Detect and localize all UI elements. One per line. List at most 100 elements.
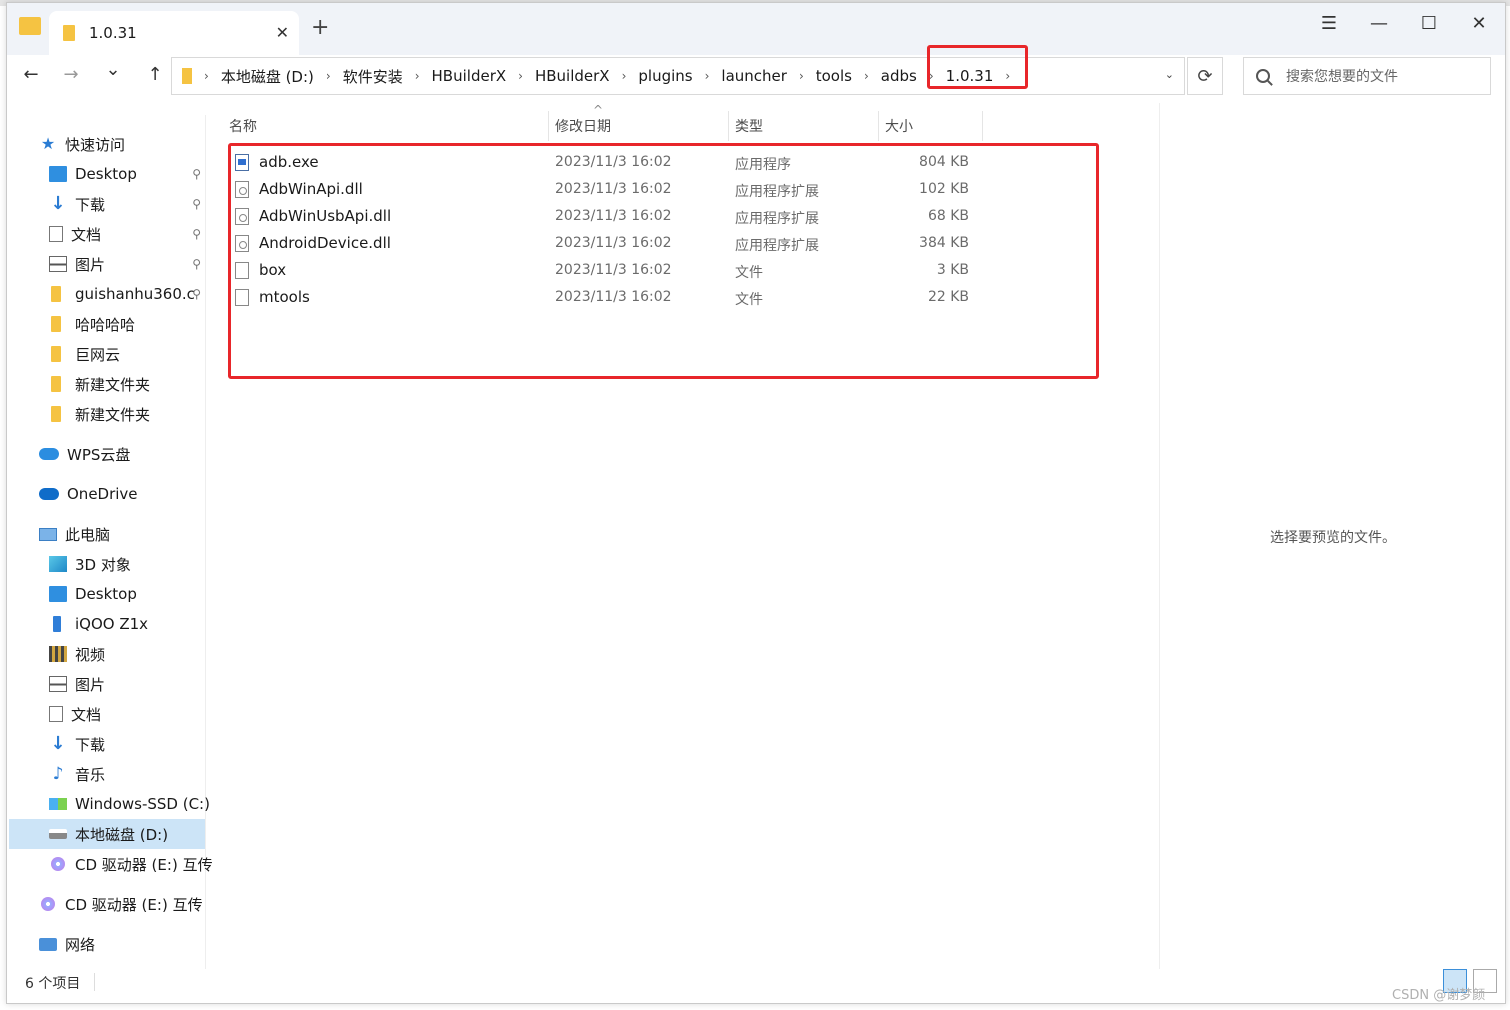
- breadcrumb-item[interactable]: HBuilderX: [432, 67, 507, 85]
- close-tab-button[interactable]: ✕: [276, 23, 289, 42]
- forward-button[interactable]: →: [57, 64, 85, 85]
- file-row[interactable]: mtools 2023/11/3 16:02 文件 22 KB: [229, 284, 989, 311]
- chevron-right-icon[interactable]: ›: [1005, 69, 1010, 83]
- address-bar[interactable]: › 本地磁盘 (D:) › 软件安装 › HBuilderX › HBuilderX › plug…: [171, 57, 1185, 95]
- sidebar-item[interactable]: ♪ 音乐: [49, 759, 205, 789]
- status-divider: [94, 973, 96, 991]
- file-name-cell[interactable]: mtools: [235, 288, 310, 306]
- sidebar-item[interactable]: 巨网云: [49, 339, 205, 369]
- chevron-right-icon[interactable]: ›: [705, 69, 710, 83]
- column-name-header[interactable]: 名称: [223, 111, 549, 141]
- sidebar-item[interactable]: 本地磁盘 (D:): [9, 819, 205, 849]
- file-row[interactable]: box 2023/11/3 16:02 文件 3 KB: [229, 257, 989, 284]
- document-icon: [49, 706, 63, 722]
- chevron-right-icon[interactable]: ›: [415, 69, 420, 83]
- sidebar-item[interactable]: 图片 ⚲: [49, 249, 205, 279]
- column-date-header[interactable]: 修改日期: [549, 111, 729, 141]
- windows-drive-icon: [49, 798, 67, 810]
- menu-icon[interactable]: ☰: [1309, 13, 1349, 34]
- breadcrumb-item[interactable]: 本地磁盘 (D:): [221, 66, 314, 87]
- sidebar-item[interactable]: 文档: [49, 699, 205, 729]
- sidebar-item[interactable]: guishanhu360.c ⚲: [49, 279, 205, 309]
- refresh-button[interactable]: ⟳: [1187, 57, 1223, 95]
- sidebar-cd-drive[interactable]: CD 驱动器 (E:) 互传: [39, 889, 235, 919]
- pin-icon[interactable]: ⚲: [192, 287, 201, 301]
- breadcrumb-item[interactable]: 1.0.31: [946, 67, 994, 85]
- up-button[interactable]: ↑: [141, 64, 169, 85]
- file-name-cell[interactable]: AdbWinApi.dll: [235, 180, 363, 198]
- sidebar-item[interactable]: 视频: [49, 639, 205, 669]
- new-tab-button[interactable]: +: [311, 15, 329, 40]
- network-icon: [39, 937, 57, 951]
- sidebar-item-label: 新建文件夹: [75, 375, 151, 394]
- file-type: 文件: [735, 292, 763, 308]
- file-date: 2023/11/3 16:02: [555, 235, 672, 251]
- minimize-button[interactable]: —: [1359, 13, 1399, 34]
- sidebar-item[interactable]: 文档 ⚲: [49, 219, 205, 249]
- address-dropdown-icon[interactable]: ⌄: [1165, 68, 1174, 81]
- breadcrumb-item[interactable]: HBuilderX: [535, 67, 610, 85]
- search-placeholder[interactable]: 搜索您想要的文件: [1286, 66, 1398, 86]
- file-name-cell[interactable]: box: [235, 261, 286, 279]
- pin-icon[interactable]: ⚲: [192, 227, 201, 241]
- close-window-button[interactable]: ✕: [1459, 13, 1499, 34]
- pin-icon[interactable]: ⚲: [192, 257, 201, 271]
- dll-file-icon: [235, 234, 249, 252]
- chevron-right-icon[interactable]: ›: [518, 69, 523, 83]
- sidebar-item[interactable]: 3D 对象: [49, 549, 205, 579]
- pin-icon[interactable]: ⚲: [192, 197, 201, 211]
- chevron-right-icon[interactable]: ›: [622, 69, 627, 83]
- sidebar-onedrive[interactable]: OneDrive: [39, 479, 235, 509]
- column-type-header[interactable]: 类型: [729, 111, 879, 141]
- chevron-right-icon[interactable]: ›: [799, 69, 804, 83]
- chevron-right-icon[interactable]: ›: [204, 69, 209, 83]
- file-name: AndroidDevice.dll: [259, 234, 391, 252]
- file-row[interactable]: adb.exe 2023/11/3 16:02 应用程序 804 KB: [229, 149, 989, 176]
- sidebar-item-label: 巨网云: [75, 345, 121, 364]
- desktop-icon: [49, 166, 67, 182]
- sidebar-item-label: 视频: [75, 645, 106, 664]
- back-button[interactable]: ←: [17, 64, 45, 85]
- breadcrumb-item[interactable]: tools: [816, 67, 852, 85]
- chevron-right-icon[interactable]: ›: [326, 69, 331, 83]
- file-name-cell[interactable]: AdbWinUsbApi.dll: [235, 207, 391, 225]
- sidebar-item[interactable]: 新建文件夹: [49, 369, 205, 399]
- column-size-header[interactable]: 大小: [879, 111, 983, 141]
- file-row[interactable]: AndroidDevice.dll 2023/11/3 16:02 应用程序扩展 38…: [229, 230, 989, 257]
- sidebar-item[interactable]: 新建文件夹: [49, 399, 205, 429]
- sidebar-item[interactable]: ↓ 下载: [49, 729, 205, 759]
- pin-icon[interactable]: ⚲: [192, 167, 201, 181]
- breadcrumb-item[interactable]: 软件安装: [343, 66, 403, 87]
- sidebar-item[interactable]: Windows-SSD (C:): [49, 789, 210, 819]
- sidebar-this-pc[interactable]: 此电脑: [39, 519, 235, 549]
- file-name-cell[interactable]: adb.exe: [235, 153, 319, 171]
- sidebar-item[interactable]: 哈哈哈哈: [49, 309, 205, 339]
- sidebar-quick-access[interactable]: ★ 快速访问: [39, 129, 235, 159]
- sidebar-item[interactable]: iQOO Z1x: [49, 609, 205, 639]
- file-row[interactable]: AdbWinApi.dll 2023/11/3 16:02 应用程序扩展 102 KB: [229, 176, 989, 203]
- folder-icon: [51, 286, 61, 302]
- sidebar-item[interactable]: 图片: [49, 669, 205, 699]
- folder-icon: [51, 406, 61, 422]
- chevron-right-icon[interactable]: ›: [864, 69, 869, 83]
- breadcrumb-item[interactable]: adbs: [881, 67, 917, 85]
- sidebar-wps-cloud[interactable]: WPS云盘: [39, 439, 235, 469]
- sidebar-item[interactable]: CD 驱动器 (E:) 互传: [49, 849, 213, 879]
- sidebar-item[interactable]: Desktop ⚲: [49, 159, 205, 189]
- sidebar-item[interactable]: ↓ 下载 ⚲: [49, 189, 205, 219]
- search-box[interactable]: 搜索您想要的文件: [1243, 57, 1491, 95]
- breadcrumb-item[interactable]: launcher: [721, 67, 787, 85]
- chevron-right-icon[interactable]: ›: [929, 69, 934, 83]
- recent-locations-button[interactable]: ⌄: [99, 59, 127, 80]
- maximize-button[interactable]: ☐: [1409, 13, 1449, 34]
- file-name-cell[interactable]: AndroidDevice.dll: [235, 234, 391, 252]
- download-icon: ↓: [50, 193, 66, 214]
- file-type: 应用程序扩展: [735, 211, 819, 227]
- tab-current-folder[interactable]: 1.0.31 ✕: [49, 11, 299, 55]
- breadcrumb-item[interactable]: plugins: [638, 67, 692, 85]
- sidebar-item-label: WPS云盘: [67, 445, 131, 464]
- sidebar-item[interactable]: Desktop: [49, 579, 205, 609]
- file-row[interactable]: AdbWinUsbApi.dll 2023/11/3 16:02 应用程序扩展 68 …: [229, 203, 989, 230]
- app-folder-icon: [19, 17, 41, 35]
- sidebar-network[interactable]: 网络: [39, 929, 235, 959]
